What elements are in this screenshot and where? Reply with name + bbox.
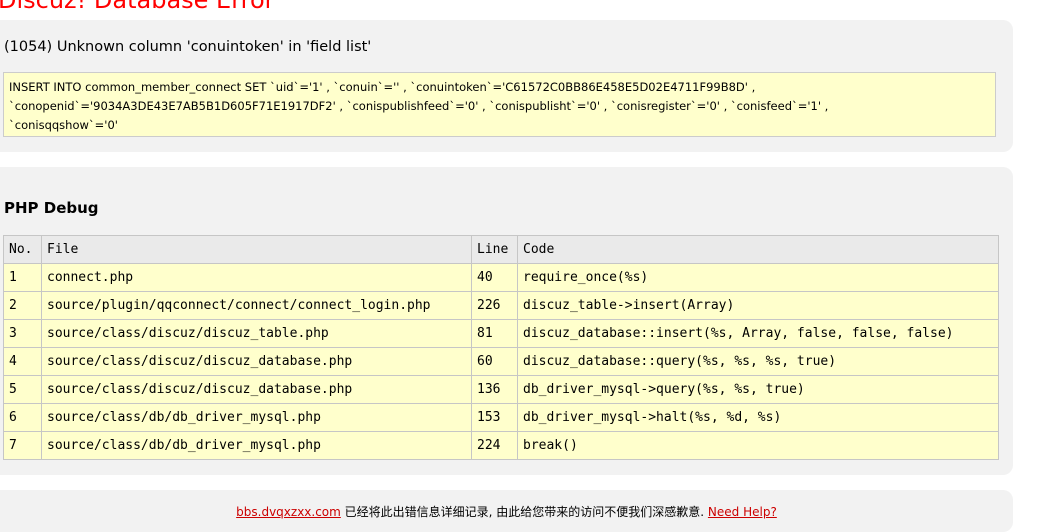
column-header-file: File	[41, 235, 472, 264]
cell-file: source/class/db/db_driver_mysql.php	[41, 403, 472, 432]
table-row: 4 source/class/discuz/discuz_database.ph…	[3, 347, 999, 376]
cell-no: 5	[3, 375, 42, 404]
cell-no: 2	[3, 291, 42, 320]
cell-no: 6	[3, 403, 42, 432]
table-row: 1 connect.php 40 require_once(%s)	[3, 263, 999, 292]
footer-panel: bbs.dvqxzxx.com 已经将此出错信息详细记录, 由此给您带来的访问不…	[0, 490, 1013, 532]
cell-no: 1	[3, 263, 42, 292]
cell-no: 4	[3, 347, 42, 376]
cell-line: 226	[471, 291, 518, 320]
sql-query-box: INSERT INTO common_member_connect SET `u…	[3, 72, 996, 137]
cell-code: require_once(%s)	[517, 263, 999, 292]
cell-file: source/plugin/qqconnect/connect/connect_…	[41, 291, 472, 320]
cell-no: 7	[3, 431, 42, 460]
backtrace-table: No. File Line Code 1 connect.php 40 requ…	[3, 235, 999, 460]
column-header-line: Line	[471, 235, 518, 264]
table-row: 5 source/class/discuz/discuz_database.ph…	[3, 375, 999, 404]
column-header-code: Code	[517, 235, 999, 264]
error-panel: (1054) Unknown column 'conuintoken' in '…	[0, 20, 1013, 152]
cell-line: 81	[471, 319, 518, 348]
cell-file: source/class/discuz/discuz_database.php	[41, 375, 472, 404]
page-title: Discuz! Database Error	[0, 0, 275, 14]
sql-line: `conopenid`='9034A3DE43E7AB5B1D605F71E19…	[9, 99, 829, 113]
footer-text: bbs.dvqxzxx.com 已经将此出错信息详细记录, 由此给您带来的访问不…	[0, 503, 1013, 520]
cell-line: 60	[471, 347, 518, 376]
debug-title: PHP Debug	[4, 199, 99, 217]
error-message: (1054) Unknown column 'conuintoken' in '…	[4, 39, 372, 55]
table-row: 3 source/class/discuz/discuz_table.php 8…	[3, 319, 999, 348]
cell-file: source/class/discuz/discuz_table.php	[41, 319, 472, 348]
table-row: 7 source/class/db/db_driver_mysql.php 22…	[3, 431, 999, 460]
cell-line: 153	[471, 403, 518, 432]
cell-code: discuz_table->insert(Array)	[517, 291, 999, 320]
sql-line: INSERT INTO common_member_connect SET `u…	[9, 80, 756, 94]
table-row: 6 source/class/db/db_driver_mysql.php 15…	[3, 403, 999, 432]
table-header-row: No. File Line Code	[3, 235, 999, 264]
cell-code: db_driver_mysql->halt(%s, %d, %s)	[517, 403, 999, 432]
sql-line: `conisqqshow`='0'	[9, 118, 118, 132]
cell-code: break()	[517, 431, 999, 460]
cell-line: 224	[471, 431, 518, 460]
cell-code: discuz_database::insert(%s, Array, false…	[517, 319, 999, 348]
need-help-link[interactable]: Need Help?	[708, 505, 777, 519]
cell-no: 3	[3, 319, 42, 348]
cell-line: 136	[471, 375, 518, 404]
cell-file: source/class/db/db_driver_mysql.php	[41, 431, 472, 460]
site-link[interactable]: bbs.dvqxzxx.com	[236, 505, 341, 519]
cell-file: source/class/discuz/discuz_database.php	[41, 347, 472, 376]
debug-panel: PHP Debug No. File Line Code 1 connect.p…	[0, 167, 1013, 475]
cell-code: db_driver_mysql->query(%s, %s, true)	[517, 375, 999, 404]
footer-message: 已经将此出错信息详细记录, 由此给您带来的访问不便我们深感歉意.	[340, 505, 708, 519]
cell-file: connect.php	[41, 263, 472, 292]
cell-code: discuz_database::query(%s, %s, %s, true)	[517, 347, 999, 376]
table-row: 2 source/plugin/qqconnect/connect/connec…	[3, 291, 999, 320]
cell-line: 40	[471, 263, 518, 292]
column-header-no: No.	[3, 235, 42, 264]
